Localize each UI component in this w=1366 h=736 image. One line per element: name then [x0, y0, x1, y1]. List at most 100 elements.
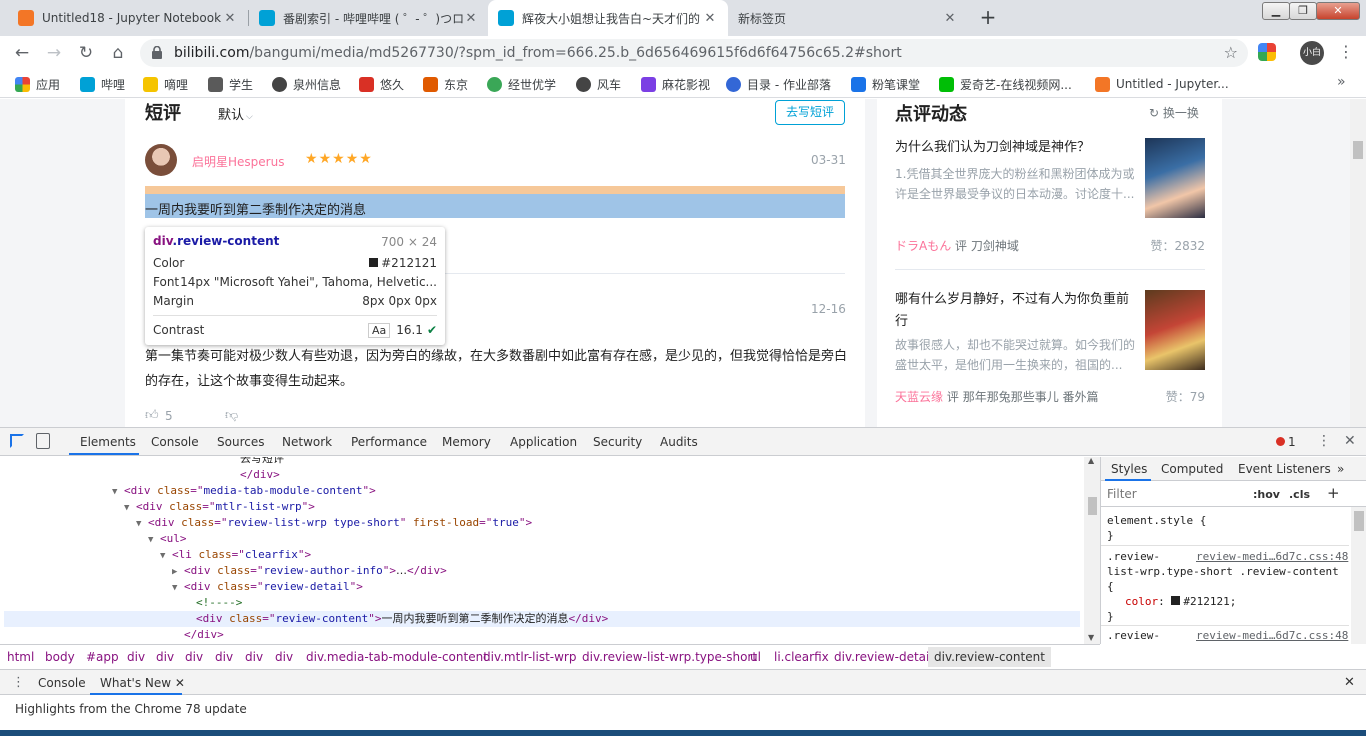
bookmark-bilibili[interactable]: 哔哩	[80, 76, 125, 92]
activity-user[interactable]: ドラAもん	[895, 239, 951, 253]
breadcrumb-item[interactable]: div	[156, 650, 174, 664]
breadcrumb-item[interactable]: div.mtlr-list-wrp	[483, 650, 576, 664]
close-icon[interactable]: ✕	[1344, 433, 1356, 449]
css-rule[interactable]: .review-review-medi…6d7c.css:48	[1107, 549, 1351, 564]
expand-triangle-icon[interactable]: ▼	[136, 516, 148, 532]
anime-cover-image[interactable]	[1145, 290, 1205, 370]
breadcrumb-item[interactable]: div	[275, 650, 293, 664]
tab-computed[interactable]: Computed	[1161, 462, 1223, 476]
tab-security[interactable]: Security	[593, 435, 642, 449]
address-bar[interactable]: bilibili.com/bangumi/media/md5267730/?sp…	[140, 39, 1248, 67]
bookmark-fengche[interactable]: 风车	[576, 76, 621, 92]
expand-triangle-icon[interactable]: ▼	[124, 500, 136, 516]
write-review-button[interactable]: 去写短评	[775, 100, 845, 125]
dom-node[interactable]: </div>	[0, 627, 224, 643]
tab-styles[interactable]: Styles	[1111, 462, 1147, 476]
extension-icon[interactable]	[1258, 43, 1276, 61]
breadcrumb-item[interactable]: li.clearfix	[774, 650, 829, 664]
tab-network[interactable]: Network	[282, 435, 332, 449]
breadcrumb-item[interactable]: div.media-tab-module-content	[306, 650, 488, 664]
bookmark-apps[interactable]: 应用	[15, 76, 60, 92]
css-rule[interactable]: .review-review-medi…6d7c.css:48	[1107, 628, 1351, 643]
styles-scrollbar[interactable]	[1351, 507, 1366, 644]
breadcrumb-item[interactable]: div	[245, 650, 263, 664]
breadcrumb-item[interactable]: div.review-detail	[834, 650, 933, 664]
breadcrumb-item[interactable]: div	[185, 650, 203, 664]
bookmark-mahua[interactable]: 麻花影视	[641, 76, 710, 92]
dom-node-selected[interactable]: <div class="review-content">一周内我要听到第二季制作…	[4, 611, 1080, 627]
dom-node[interactable]: ▼ <div class="mtlr-list-wrp">	[0, 499, 315, 515]
tab-whats-new[interactable]: What's New ✕	[100, 676, 185, 690]
breadcrumb-item[interactable]: div.review-content	[928, 647, 1051, 667]
tab-console[interactable]: Console	[151, 435, 199, 449]
home-icon[interactable]: ⌂	[106, 41, 130, 65]
dom-node[interactable]: ▼ <li class="clearfix">	[0, 547, 311, 563]
tab-audits[interactable]: Audits	[660, 435, 698, 449]
star-icon[interactable]: ☆	[1224, 43, 1238, 62]
tab-jupyter[interactable]: Untitled18 - Jupyter Notebook ✕	[8, 0, 248, 36]
styles-filter-input[interactable]	[1107, 485, 1243, 503]
back-icon[interactable]: ←	[10, 41, 34, 65]
bookmark-youjiu[interactable]: 悠久	[359, 76, 404, 92]
activity-work[interactable]: 刀剑神域	[971, 239, 1019, 253]
close-icon[interactable]: ✕	[1344, 675, 1355, 690]
chevron-right-icon[interactable]: »	[1337, 462, 1344, 476]
breadcrumb-item[interactable]: body	[45, 650, 75, 664]
bookmark-fenbi[interactable]: 粉笔课堂	[851, 76, 920, 92]
refresh-button[interactable]: ↻ 换一换	[1149, 104, 1199, 121]
bookmark-zuoyebuluo[interactable]: 目录 - 作业部落	[726, 76, 831, 92]
thumbs-up-icon[interactable]: 👍︎	[145, 408, 159, 423]
forward-icon[interactable]: →	[42, 41, 66, 65]
dom-node[interactable]: </div>	[0, 467, 280, 483]
close-icon[interactable]: ✕	[175, 676, 185, 690]
css-source-link[interactable]: review-medi…6d7c.css:48	[1196, 628, 1348, 643]
expand-triangle-icon[interactable]: ▼	[148, 532, 160, 548]
anime-cover-image[interactable]	[1145, 138, 1205, 218]
close-icon[interactable]: ✕	[463, 11, 479, 26]
element-style-rule[interactable]: element.style {	[1107, 513, 1206, 528]
activity-user[interactable]: 天蓝云缘	[895, 390, 943, 404]
thumbs-down-icon[interactable]: 👎︎	[225, 408, 238, 423]
expand-triangle-icon[interactable]: ▼	[160, 548, 172, 564]
dom-tree[interactable]: 去写短评 </div> ▼ <div class="media-tab-module…	[0, 457, 1084, 644]
bookmark-jingshi[interactable]: 经世优学	[487, 76, 556, 92]
kebab-menu-icon[interactable]: ⋮	[1338, 42, 1354, 61]
breadcrumb-item[interactable]: div	[215, 650, 233, 664]
tab-event-listeners[interactable]: Event Listeners	[1238, 462, 1331, 476]
tab-console-drawer[interactable]: Console	[38, 676, 86, 690]
window-close-button[interactable]: ✕	[1316, 2, 1360, 20]
reload-icon[interactable]: ↻	[74, 41, 98, 65]
close-icon[interactable]: ✕	[942, 11, 958, 26]
bookmark-iqiyi[interactable]: 爱奇艺-在线视频网...	[939, 76, 1072, 92]
avatar[interactable]	[145, 144, 177, 176]
dom-node[interactable]: ▼ <div class="review-list-wrp type-short"…	[0, 515, 532, 531]
breadcrumb-item[interactable]: div	[127, 650, 145, 664]
device-toolbar-icon[interactable]	[36, 433, 50, 449]
breadcrumb-item[interactable]: html	[7, 650, 34, 664]
kebab-menu-icon[interactable]: ⋮	[1317, 433, 1331, 449]
hover-state-toggle[interactable]: :hov	[1253, 488, 1280, 501]
minimize-button[interactable]: ▁	[1262, 2, 1290, 20]
class-toggle[interactable]: .cls	[1289, 488, 1310, 501]
tab-sources[interactable]: Sources	[217, 435, 264, 449]
expand-triangle-icon[interactable]: ▼	[172, 580, 184, 596]
chevron-right-icon[interactable]: »	[1337, 74, 1346, 90]
expand-triangle-icon[interactable]: ▼	[112, 484, 124, 500]
breadcrumb-item[interactable]: div.review-list-wrp.type-short	[582, 650, 757, 664]
add-rule-icon[interactable]: +	[1327, 484, 1340, 502]
bookmark-quanzhou[interactable]: 泉州信息	[272, 76, 341, 92]
bookmark-dilidili[interactable]: 嘀哩	[143, 76, 188, 92]
activity-work[interactable]: 那年那兔那些事儿 番外篇	[963, 390, 1099, 404]
tab-performance[interactable]: Performance	[351, 435, 427, 449]
error-counter[interactable]: 1	[1276, 435, 1296, 449]
close-icon[interactable]: ✕	[702, 11, 718, 26]
dom-node[interactable]: ▼ <div class="media-tab-module-content">	[0, 483, 376, 499]
breadcrumb-item[interactable]: #app	[86, 650, 119, 664]
tab-kaguya[interactable]: 辉夜大小姐想让我告白~天才们的 ✕	[488, 0, 728, 36]
tab-new-tab[interactable]: 新标签页 ✕	[728, 0, 968, 36]
dom-node[interactable]: <!---->	[0, 595, 242, 611]
breadcrumb-item[interactable]: ul	[750, 650, 761, 664]
activity-title-link[interactable]: 哪有什么岁月静好，不过有人为你负重前行	[895, 289, 1135, 333]
bookmark-student[interactable]: 学生	[208, 76, 253, 92]
avatar[interactable]: 小白	[1300, 41, 1324, 65]
